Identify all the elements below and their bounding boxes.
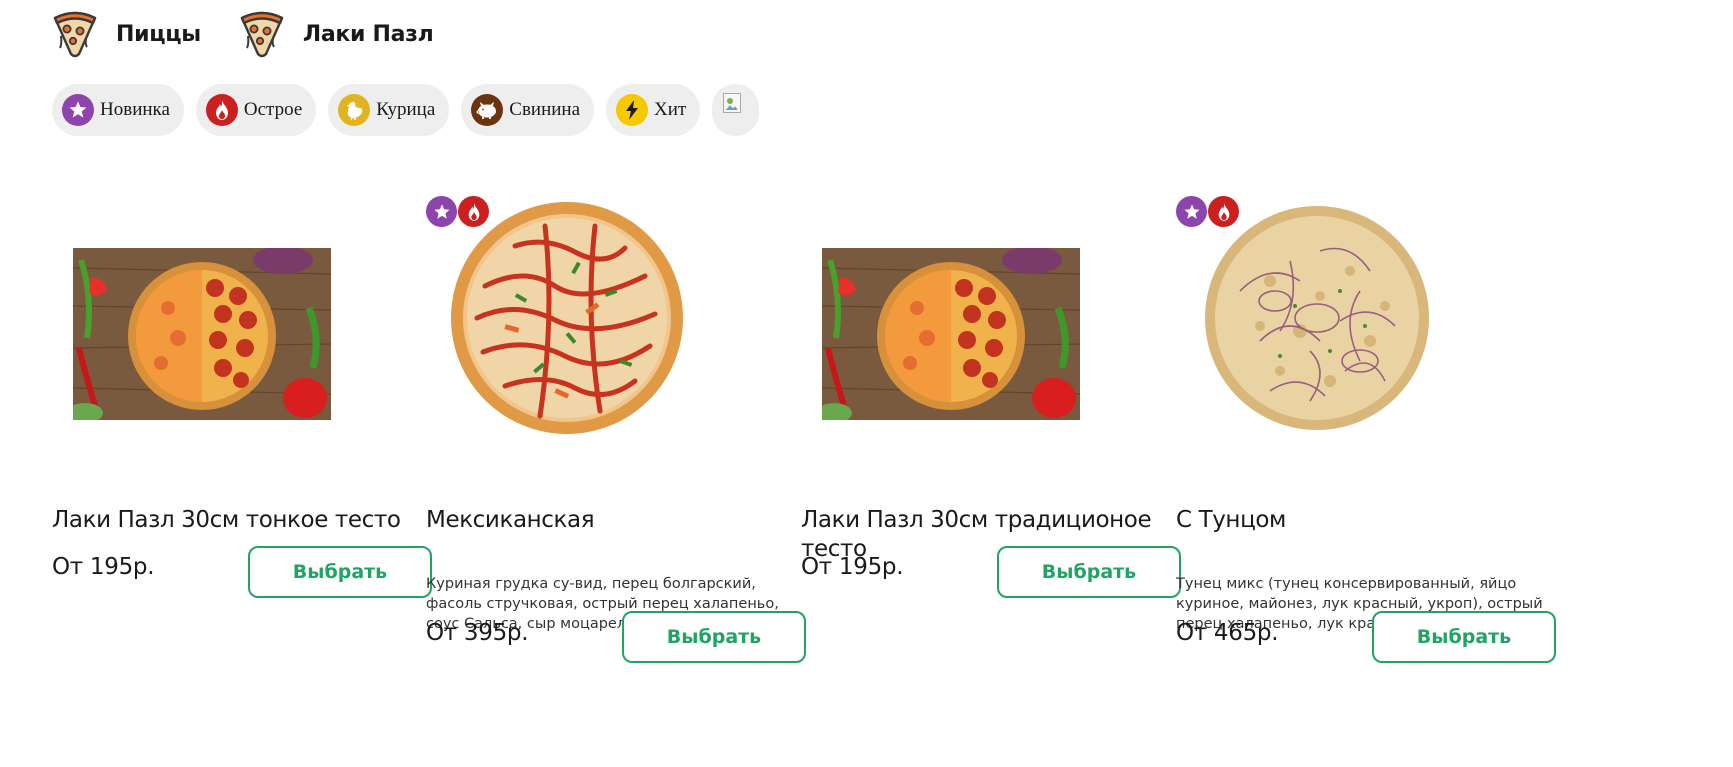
flame-icon xyxy=(1208,196,1239,227)
product-image[interactable] xyxy=(438,196,696,440)
star-icon xyxy=(426,196,457,227)
filter-chip-label: Новинка xyxy=(100,99,170,120)
product-price: От 195р. xyxy=(801,554,904,580)
category-nav: Пиццы Лаки Пазл xyxy=(52,8,434,60)
flame-icon xyxy=(458,196,489,227)
lightning-icon xyxy=(616,94,649,126)
category-link-lucky-puzzle[interactable]: Лаки Пазл xyxy=(239,10,434,58)
pig-icon xyxy=(471,94,504,126)
product-title[interactable]: Мексиканская xyxy=(426,506,796,535)
filter-chip-label: Курица xyxy=(376,99,436,120)
select-button[interactable]: Выбрать xyxy=(622,611,806,663)
filter-chip-new[interactable]: Новинка xyxy=(52,84,184,136)
product-price: От 465р. xyxy=(1176,620,1279,646)
select-button[interactable]: Выбрать xyxy=(248,546,432,598)
category-label: Лаки Пазл xyxy=(302,21,434,47)
flame-icon xyxy=(205,94,238,126)
category-label: Пиццы xyxy=(116,21,201,47)
product-badges xyxy=(426,196,489,227)
filter-chip-chicken[interactable]: Курица xyxy=(328,84,450,136)
chicken-icon xyxy=(338,94,371,126)
product-grid: Лаки Пазл 30см тонкое тесто От 195р. Выб… xyxy=(52,196,1682,756)
product-image[interactable] xyxy=(1188,196,1446,440)
pizza-slice-icon xyxy=(240,11,284,58)
product-title[interactable]: Лаки Пазл 30см тонкое тесто xyxy=(52,506,422,535)
product-card: С Тунцом Тунец микс (тунец консервирован… xyxy=(1176,196,1566,756)
category-link-pizzas[interactable]: Пиццы xyxy=(52,10,201,58)
filter-chip-label: Острое xyxy=(243,99,303,120)
product-card: Лаки Пазл 30см традиционое тесто От 195р… xyxy=(801,196,1191,756)
pizza-slice-icon xyxy=(53,11,97,58)
filter-chip-label: Свинина xyxy=(509,99,581,120)
filter-chip-hit[interactable]: Хит xyxy=(606,84,701,136)
product-image[interactable] xyxy=(801,196,1101,472)
star-icon xyxy=(62,94,94,126)
product-price: От 395р. xyxy=(426,620,529,646)
product-badges xyxy=(1176,196,1239,227)
filter-chips: Новинка Острое Курица Свинина Хит xyxy=(52,84,760,136)
product-card: Мексиканская Куриная грудка су-вид, пере… xyxy=(426,196,816,756)
filter-chip-label: Хит xyxy=(654,99,687,120)
filter-chip-pork[interactable]: Свинина xyxy=(461,84,595,136)
product-price: От 195р. xyxy=(52,554,155,580)
product-title[interactable]: С Тунцом xyxy=(1176,506,1546,535)
broken-image-icon xyxy=(722,93,741,113)
select-button[interactable]: Выбрать xyxy=(997,546,1181,598)
product-image[interactable] xyxy=(52,196,352,472)
select-button[interactable]: Выбрать xyxy=(1372,611,1556,663)
filter-chip-spicy[interactable]: Острое xyxy=(195,84,317,136)
filter-chip-unlabeled[interactable] xyxy=(712,84,760,136)
product-card: Лаки Пазл 30см тонкое тесто От 195р. Выб… xyxy=(52,196,442,756)
star-icon xyxy=(1176,196,1207,227)
